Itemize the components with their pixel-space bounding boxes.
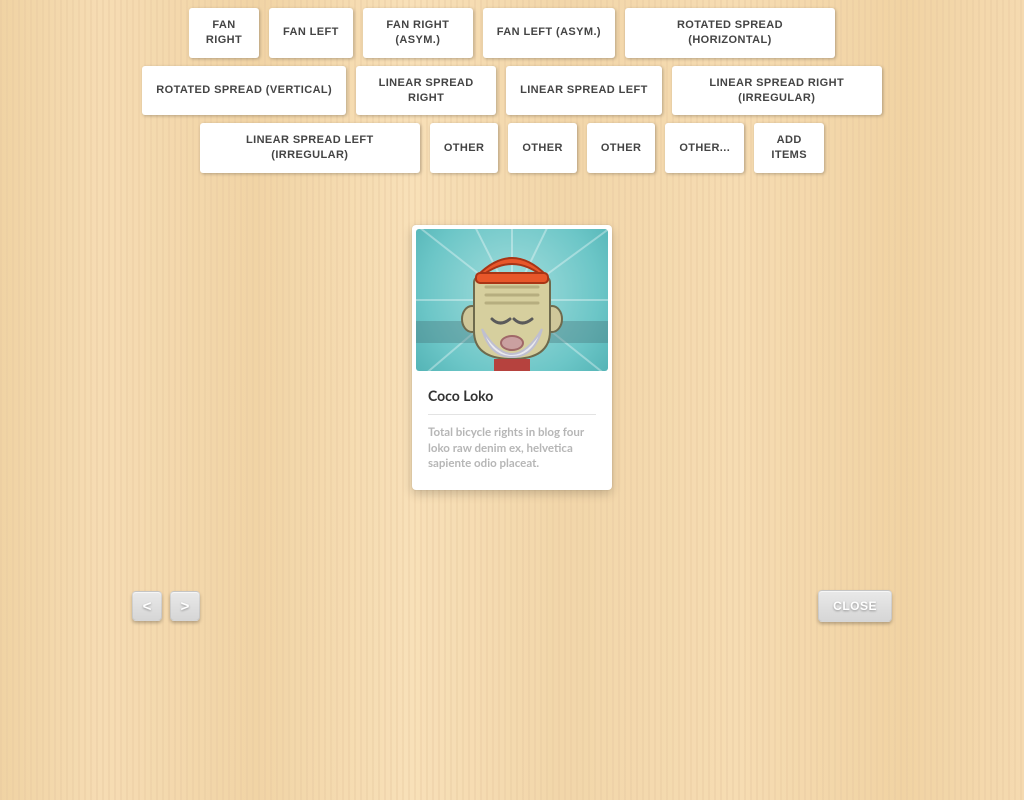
avatar-illustration-icon: [416, 229, 608, 371]
card-body: Coco Loko Total bicycle rights in blog f…: [416, 371, 608, 472]
nav-rotated-spread-horizontal[interactable]: ROTATED SPREAD (HORIZONTAL): [625, 8, 835, 58]
nav-fan-right[interactable]: FAN RIGHT: [189, 8, 259, 58]
nav-other-2[interactable]: OTHER: [508, 123, 577, 173]
nav-add-items[interactable]: ADD ITEMS: [754, 123, 824, 173]
nav-linear-spread-left-irregular[interactable]: LINEAR SPREAD LEFT (IRREGULAR): [200, 123, 420, 173]
nav-fan-right-asym[interactable]: FAN RIGHT (ASYM.): [363, 8, 473, 58]
nav-fan-left[interactable]: FAN LEFT: [269, 8, 353, 58]
effect-nav: FAN RIGHT FAN LEFT FAN RIGHT (ASYM.) FAN…: [132, 0, 892, 177]
nav-rotated-spread-vertical[interactable]: ROTATED SPREAD (VERTICAL): [142, 66, 346, 116]
nav-fan-left-asym[interactable]: FAN LEFT (ASYM.): [483, 8, 615, 58]
card-image: [416, 229, 608, 371]
nav-arrows: < >: [132, 591, 200, 621]
nav-other-3[interactable]: OTHER: [587, 123, 656, 173]
nav-linear-spread-right-irregular[interactable]: LINEAR SPREAD RIGHT (IRREGULAR): [672, 66, 882, 116]
card-stage: Coco Loko Total bicycle rights in blog f…: [132, 195, 892, 655]
next-button[interactable]: >: [170, 591, 200, 621]
close-button[interactable]: CLOSE: [818, 590, 892, 622]
prev-button[interactable]: <: [132, 591, 162, 621]
nav-other-4[interactable]: OTHER...: [665, 123, 744, 173]
nav-linear-spread-right[interactable]: LINEAR SPREAD RIGHT: [356, 66, 496, 116]
card-description: Total bicycle rights in blog four loko r…: [428, 415, 596, 472]
nav-other-1[interactable]: OTHER: [430, 123, 499, 173]
controls-bar: < > CLOSE: [132, 590, 892, 622]
card-title: Coco Loko: [428, 387, 596, 414]
card[interactable]: Coco Loko Total bicycle rights in blog f…: [412, 225, 612, 490]
nav-linear-spread-left[interactable]: LINEAR SPREAD LEFT: [506, 66, 662, 116]
